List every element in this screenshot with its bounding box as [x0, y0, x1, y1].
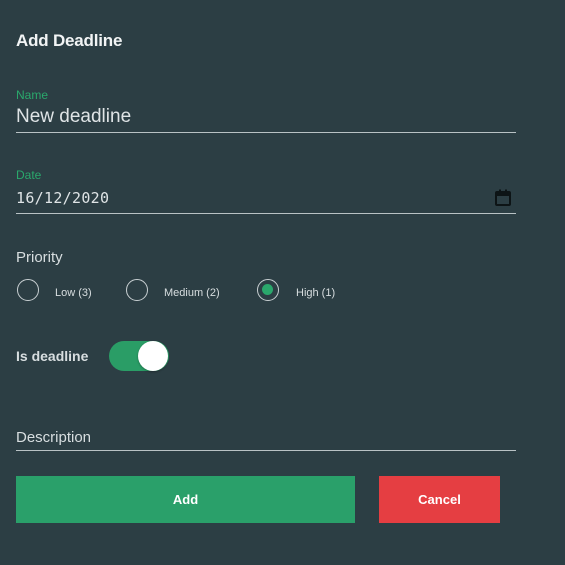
calendar-icon[interactable] [495, 189, 511, 206]
priority-radio-high[interactable] [257, 279, 279, 301]
priority-radio-low[interactable] [17, 279, 39, 301]
name-field-label: Name [16, 88, 49, 102]
priority-label: Priority [16, 249, 63, 266]
priority-radio-medium[interactable] [126, 279, 148, 301]
is-deadline-toggle[interactable] [109, 341, 169, 371]
is-deadline-label: Is deadline [16, 348, 89, 364]
priority-radio-low-label[interactable]: Low (3) [55, 287, 92, 299]
date-input-underline [16, 213, 516, 214]
date-input[interactable]: 16/12/2020 [16, 189, 109, 207]
description-input[interactable]: Description [16, 429, 91, 446]
name-input[interactable]: New deadline [16, 106, 131, 128]
date-field-label: Date [16, 168, 42, 182]
name-input-underline [16, 132, 516, 133]
priority-radio-high-label[interactable]: High (1) [296, 287, 335, 299]
description-input-underline [16, 450, 516, 451]
add-button[interactable]: Add [16, 476, 355, 523]
cancel-button[interactable]: Cancel [379, 476, 500, 523]
priority-radio-medium-label[interactable]: Medium (2) [164, 287, 220, 299]
toggle-knob[interactable] [138, 341, 168, 371]
dialog-title: Add Deadline [16, 31, 123, 50]
add-deadline-dialog: Add Deadline Name New deadline Date 16/1… [0, 0, 565, 565]
